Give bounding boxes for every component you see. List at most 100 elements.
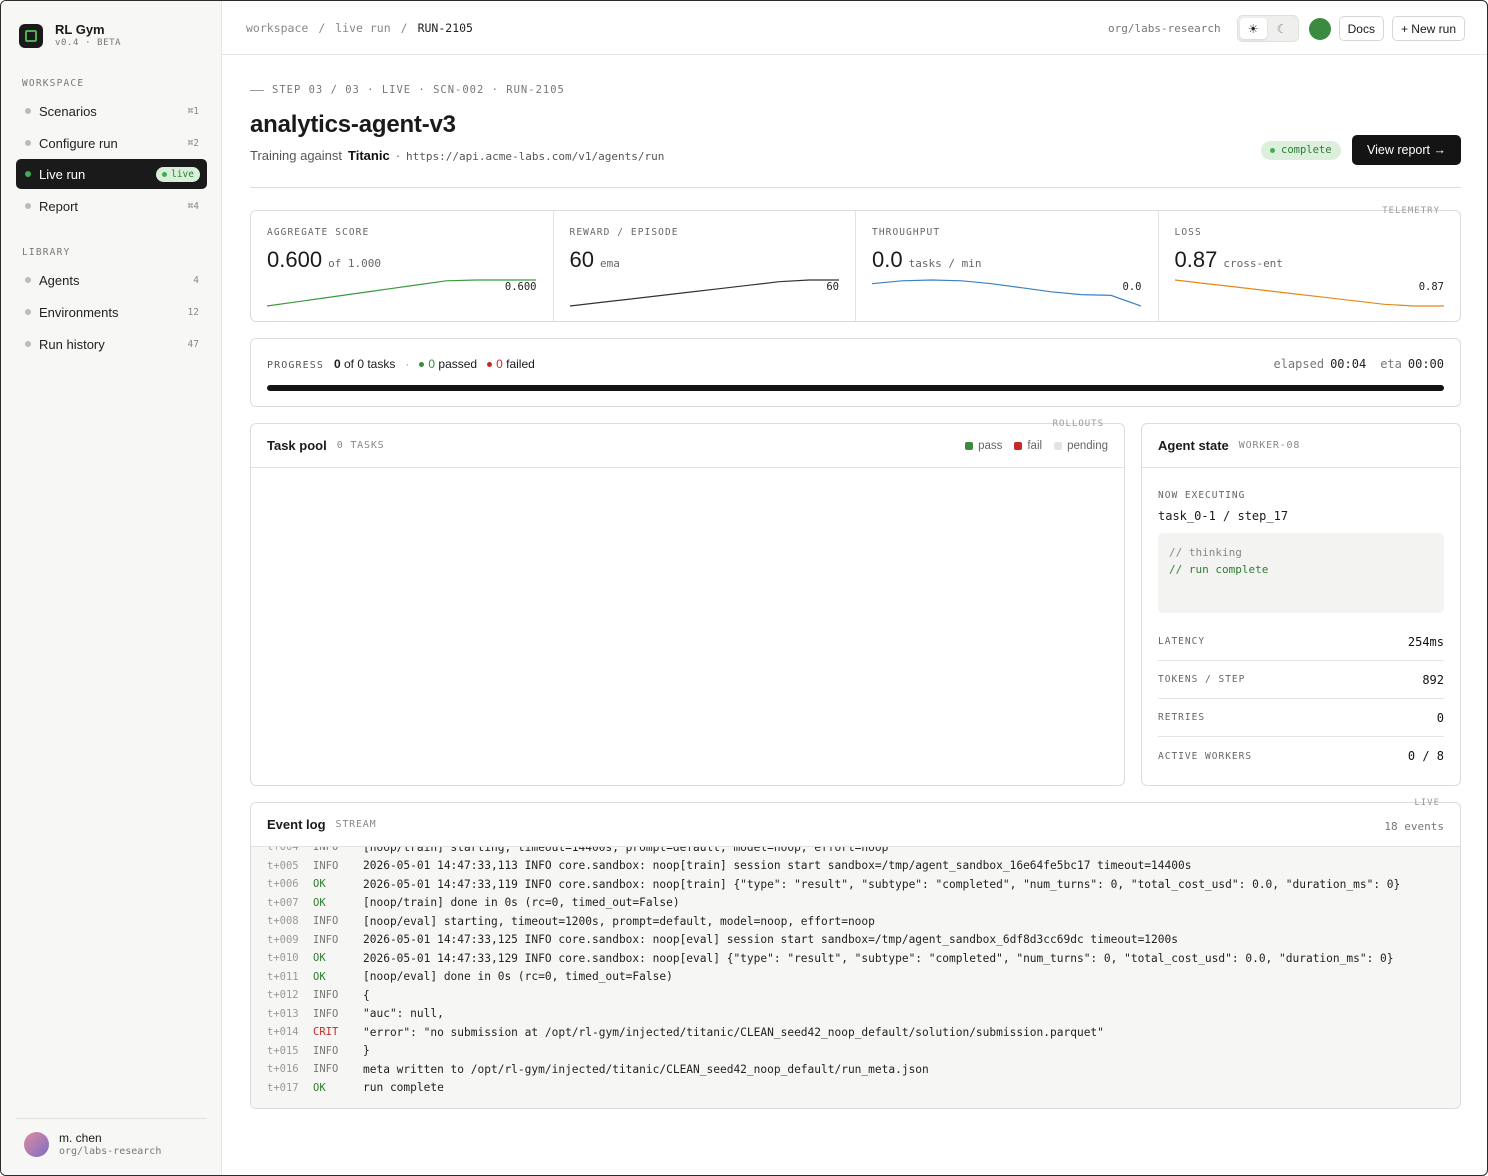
log-line: t+010 OK 2026-05-01 14:47:33,129 INFO core…: [267, 949, 1460, 968]
sparkline-path: [267, 279, 536, 307]
log-message: [noop/train] done in 0s (rc=0, timed_out…: [363, 896, 680, 910]
stat-latency: LATENCY 254ms: [1158, 623, 1444, 661]
topbar: workspace / live run / RUN-2105 org/labs…: [222, 1, 1487, 55]
stat-tokens-per-step: TOKENS / STEP 892: [1158, 661, 1444, 699]
nav-dot: [25, 203, 31, 209]
moon-icon[interactable]: ☾: [1269, 18, 1296, 39]
docs-button[interactable]: Docs: [1338, 16, 1384, 41]
log-time: t+005: [267, 859, 299, 872]
breadcrumb-workspace[interactable]: workspace: [246, 21, 308, 35]
metric-unit: cross-ent: [1223, 257, 1283, 270]
sidebar-item-live-run[interactable]: Live run live: [16, 159, 207, 189]
sparkline-path: [569, 279, 839, 307]
breadcrumb-live-run[interactable]: live run: [335, 21, 390, 35]
new-run-button[interactable]: + New run: [1391, 16, 1465, 41]
sidebar-item-label: Live run: [39, 166, 86, 182]
log-level: OK: [313, 970, 326, 983]
metric-label: REWARD / EPISODE: [569, 227, 679, 238]
sidebar-item-scenarios[interactable]: Scenarios ⌘1: [16, 96, 207, 126]
user-profile[interactable]: m. chen org/labs-research: [16, 1118, 207, 1158]
metric-loss: LOSS 0.87 cross-ent 0.87: [1159, 211, 1461, 321]
log-message: "error": "no submission at /opt/rl-gym/i…: [363, 1025, 1104, 1039]
metric-aggregate-score: AGGREGATE SCORE 0.600 of 1.000 0.600: [251, 211, 554, 321]
shortcut-hint: ⌘4: [187, 200, 199, 212]
log-message: 2026-05-01 14:47:33,113 INFO core.sandbo…: [363, 859, 1192, 873]
environment-name: Titanic: [348, 148, 390, 163]
stat-retries: RETRIES 0: [1158, 699, 1444, 737]
panel-title: Event log: [267, 817, 326, 832]
log-time: t+014: [267, 1026, 299, 1039]
log-time: t+016: [267, 1063, 299, 1076]
event-log-body[interactable]: t+004 INFO [noop/train] starting, timeout=…: [251, 847, 1460, 1108]
app-window: RL Gym v0.4 · BETA WORKSPACE Scenarios ⌘…: [0, 0, 1488, 1176]
log-message: 2026-05-01 14:47:33,129 INFO core.sandbo…: [363, 951, 1394, 965]
progress-total: of 0 tasks: [344, 357, 396, 371]
log-line: t+009 INFO 2026-05-01 14:47:33,125 INFO co…: [267, 931, 1460, 950]
logo-icon: [19, 24, 43, 48]
log-message: run complete: [363, 1081, 444, 1095]
progress-separator: ·: [405, 357, 410, 371]
metric-last-value: 0.600: [504, 281, 537, 293]
stream-label: STREAM: [335, 819, 377, 830]
brand-version: v0.4 · BETA: [55, 38, 122, 48]
sidebar-item-label: Scenarios: [39, 103, 97, 119]
progress-done: 0: [333, 357, 341, 371]
endpoint-url[interactable]: https://api.acme-labs.com/v1/agents/run: [406, 150, 664, 163]
task-pool-panel: ROLLOUTS Task pool 0 TASKS pass fail pen…: [250, 419, 1125, 786]
metric-value: 0.0: [872, 247, 903, 272]
log-line: t+011 OK [noop/eval] done in 0s (rc=0, tim…: [267, 968, 1460, 987]
divider: [250, 187, 1461, 188]
metric-last-value: 0.87: [1418, 281, 1444, 293]
log-line: t+005 INFO 2026-05-01 14:47:33,113 INFO co…: [267, 857, 1460, 876]
sparkline-path: [872, 279, 1141, 307]
thinking-line: // thinking: [1169, 546, 1242, 559]
metric-throughput: THROUGHPUT 0.0 tasks / min 0.0: [856, 211, 1159, 321]
thinking-box: // thinking // run complete: [1158, 533, 1444, 613]
sparkline: [267, 279, 536, 307]
log-time: t+015: [267, 1044, 299, 1057]
sidebar-item-report[interactable]: Report ⌘4: [16, 191, 207, 221]
sidebar-item-agents[interactable]: Agents 4: [16, 265, 207, 295]
eta-value: 00:00: [1407, 357, 1444, 371]
sidebar-item-environments[interactable]: Environments 12: [16, 297, 207, 327]
view-report-button[interactable]: View report →: [1352, 135, 1461, 165]
pass-dot-icon: [419, 362, 425, 368]
item-count: 47: [187, 338, 199, 350]
breadcrumb: workspace / live run / RUN-2105: [246, 21, 473, 35]
log-line: t+014 CRIT "error": "no submission at /opt…: [267, 1023, 1460, 1042]
sidebar-item-configure-run[interactable]: Configure run ⌘2: [16, 128, 207, 158]
sidebar-item-label: Run history: [39, 336, 105, 352]
log-level: INFO: [313, 1063, 339, 1076]
metric-value: 60: [569, 247, 594, 272]
sidebar-item-label: Environments: [39, 304, 119, 320]
log-level: CRIT: [313, 1026, 339, 1039]
brand-name: RL Gym: [55, 22, 105, 37]
worker-id: WORKER-08: [1238, 440, 1301, 451]
sparkline: [872, 279, 1141, 307]
log-level: OK: [313, 952, 326, 965]
training-prefix: Training against: [250, 148, 343, 163]
log-line: t+004 INFO [noop/train] starting, timeout=…: [267, 847, 1460, 857]
log-line: t+017 OK run complete: [267, 1079, 1460, 1098]
sparkline-path: [1174, 279, 1444, 307]
log-level: INFO: [313, 1044, 339, 1057]
log-level: INFO: [313, 1007, 339, 1020]
log-time: t+010: [267, 952, 299, 965]
event-count: 18 events: [1384, 820, 1444, 833]
brand[interactable]: RL Gym v0.4 · BETA: [19, 23, 121, 49]
log-message: 2026-05-01 14:47:33,119 INFO core.sandbo…: [363, 877, 1401, 891]
page-title: analytics-agent-v3: [250, 111, 456, 138]
connection-status-icon[interactable]: [1308, 17, 1331, 40]
workspace-section-label: WORKSPACE: [22, 78, 85, 89]
metric-reward-episode: REWARD / EPISODE 60 ema 60: [554, 211, 856, 321]
log-level: OK: [313, 896, 326, 909]
sun-icon[interactable]: ☀: [1239, 18, 1267, 39]
task-grid: [251, 468, 1124, 785]
item-count: 12: [187, 306, 199, 318]
fail-dot-icon: [487, 362, 493, 368]
stat-active-workers: ACTIVE WORKERS 0 / 8: [1158, 749, 1444, 763]
log-line: t+015 INFO}: [267, 1042, 1460, 1061]
sidebar-item-run-history[interactable]: Run history 47: [16, 329, 207, 359]
log-line: t+007 OK [noop/train] done in 0s (rc=0, ti…: [267, 894, 1460, 913]
event-log-panel: LIVE Event log STREAM 18 events t+004 INF…: [250, 798, 1461, 1109]
